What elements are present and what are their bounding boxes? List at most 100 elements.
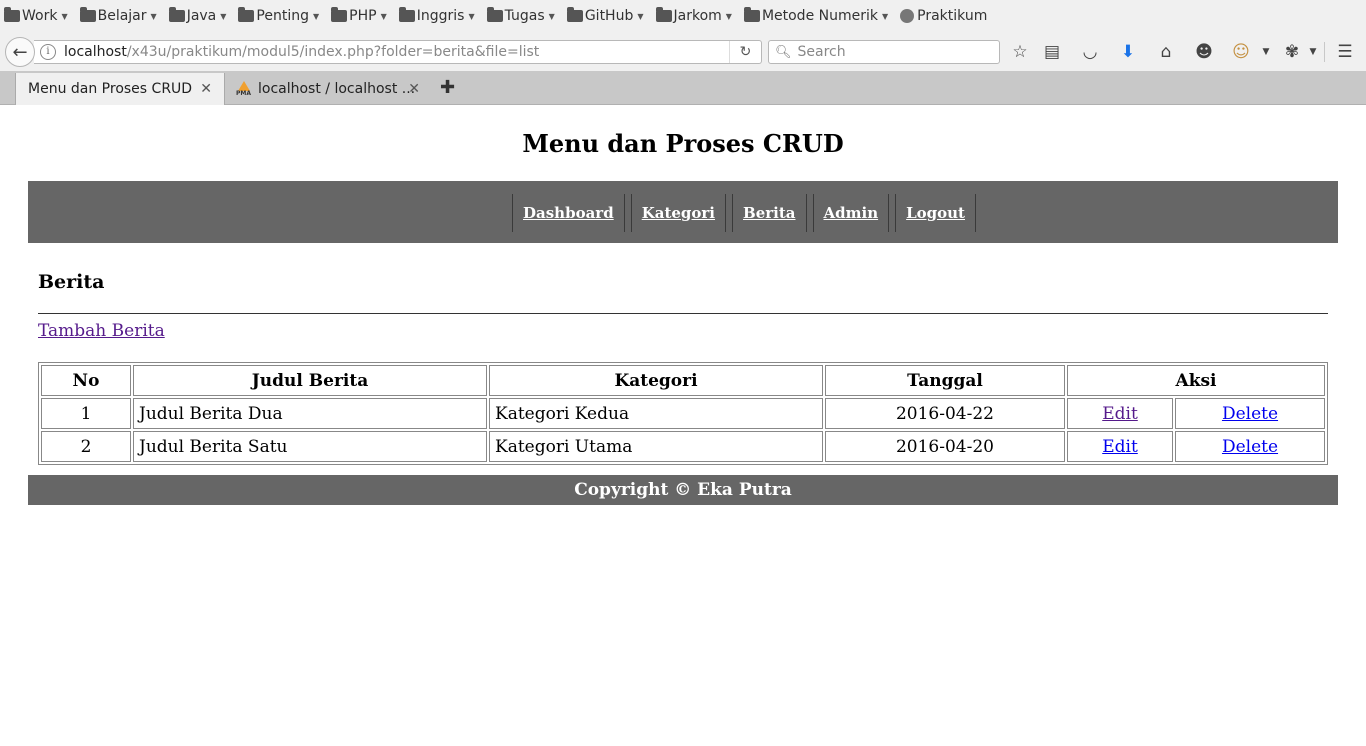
cell-delete: Delete <box>1175 431 1325 462</box>
folder-icon <box>655 7 672 22</box>
reload-icon[interactable]: ↻ <box>729 41 761 63</box>
folder-icon <box>486 7 503 22</box>
caret-down-icon: ▼ <box>313 11 320 21</box>
menu-item-admin[interactable]: Admin <box>812 194 890 232</box>
folder-icon <box>168 7 185 22</box>
menu-item-dashboard[interactable]: Dashboard <box>512 194 625 232</box>
menu-item-kategori[interactable]: Kategori <box>630 194 727 232</box>
toolbar-separator <box>1324 42 1325 62</box>
download-icon[interactable]: ⬇ <box>1117 41 1139 63</box>
smiley-icon[interactable]: ☻ <box>1193 41 1215 63</box>
divider <box>38 313 1328 314</box>
bookmark-folder-java[interactable]: Java ▼ <box>168 7 227 24</box>
header-tanggal: Tanggal <box>825 365 1065 396</box>
caret-down-icon[interactable]: ▼ <box>1255 41 1277 63</box>
folder-icon <box>398 7 415 22</box>
page-content: Menu dan Proses CRUD Dashboard Kategori … <box>0 105 1366 746</box>
caret-down-icon: ▼ <box>637 11 644 21</box>
navigation-toolbar: i localhost/x43u/praktikum/modul5/index.… <box>0 32 1366 72</box>
caret-down-icon: ▼ <box>725 11 732 21</box>
header-aksi: Aksi <box>1067 365 1325 396</box>
tab-title: Menu dan Proses CRUD <box>28 81 193 97</box>
menu-icon[interactable]: ☰ <box>1334 41 1356 63</box>
cell-kategori: Kategori Utama <box>489 431 823 462</box>
header-no: No <box>41 365 131 396</box>
new-tab-button[interactable]: ✚ <box>440 77 455 98</box>
bookmark-folder-tugas[interactable]: Tugas ▼ <box>486 7 555 24</box>
monkey-icon[interactable]: ☺ <box>1230 41 1252 63</box>
reading-list-icon[interactable]: ▤ <box>1041 41 1063 63</box>
add-berita-link[interactable]: Tambah Berita <box>38 321 165 341</box>
page-title: Menu dan Proses CRUD <box>522 129 844 158</box>
caret-down-icon: ▼ <box>150 11 157 21</box>
bookmark-folder-github[interactable]: GitHub ▼ <box>566 7 644 24</box>
caret-down-icon: ▼ <box>881 11 889 21</box>
bookmark-folder-php[interactable]: PHP ▼ <box>331 7 387 24</box>
search-input[interactable]: 🔍︎ Search <box>768 40 1000 64</box>
home-icon[interactable]: ⌂ <box>1155 41 1177 63</box>
berita-table: No Judul Berita Kategori Tanggal Aksi 1 … <box>38 362 1328 465</box>
cell-judul: Judul Berita Satu <box>133 431 487 462</box>
tab-bar: Menu dan Proses CRUD ✕ localhost / local… <box>0 72 1366 105</box>
cell-delete: Delete <box>1175 398 1325 429</box>
bookmark-folder-work[interactable]: Work ▼ <box>4 7 68 24</box>
tab-title: localhost / localhost ... <box>258 81 416 97</box>
extension-icon[interactable]: ✾ <box>1281 41 1303 63</box>
folder-icon <box>566 7 583 22</box>
star-icon[interactable]: ☆ <box>1009 41 1031 63</box>
delete-link[interactable]: Delete <box>1222 404 1278 424</box>
tab-menu-crud[interactable]: Menu dan Proses CRUD ✕ <box>15 73 225 105</box>
pocket-icon[interactable]: ◡ <box>1079 41 1101 63</box>
folder-icon <box>4 7 20 22</box>
caret-down-icon[interactable]: ▼ <box>1302 41 1324 63</box>
cell-no: 2 <box>41 431 131 462</box>
menu-item-logout[interactable]: Logout <box>895 194 976 232</box>
bookmark-folder-belajar[interactable]: Belajar ▼ <box>79 7 157 24</box>
header-judul: Judul Berita <box>133 365 487 396</box>
caret-down-icon: ▼ <box>61 11 68 21</box>
cell-tanggal: 2016-04-20 <box>825 431 1065 462</box>
globe-icon <box>900 9 915 23</box>
cell-judul: Judul Berita Dua <box>133 398 487 429</box>
table-row: 2 Judul Berita Satu Kategori Utama 2016-… <box>41 431 1325 462</box>
arrow-left-icon: ← <box>12 41 28 63</box>
edit-link[interactable]: Edit <box>1102 437 1138 457</box>
footer: Copyright © Eka Putra <box>28 475 1338 505</box>
bookmark-link-praktikum[interactable]: Praktikum <box>900 8 987 24</box>
main-menu: Dashboard Kategori Berita Admin Logout <box>28 181 1338 243</box>
caret-down-icon: ▼ <box>380 11 387 21</box>
bookmark-folder-metode-numerik[interactable]: Metode Numerik ▼ <box>743 7 889 24</box>
plus-icon: ✚ <box>440 77 456 98</box>
folder-icon <box>79 7 96 22</box>
edit-link[interactable]: Edit <box>1102 404 1138 424</box>
info-icon[interactable]: i <box>40 44 56 60</box>
folder-icon <box>743 7 760 22</box>
cell-tanggal: 2016-04-22 <box>825 398 1065 429</box>
bookmark-folder-jarkom[interactable]: Jarkom ▼ <box>655 7 732 24</box>
caret-down-icon: ▼ <box>220 11 227 21</box>
caret-down-icon: ▼ <box>468 11 475 21</box>
menu-item-berita[interactable]: Berita <box>732 194 807 232</box>
table-row: 1 Judul Berita Dua Kategori Kedua 2016-0… <box>41 398 1325 429</box>
phpmyadmin-icon <box>236 81 252 97</box>
url-bar[interactable]: i localhost/x43u/praktikum/modul5/index.… <box>34 40 762 64</box>
close-icon[interactable]: ✕ <box>200 81 212 97</box>
section-title: Berita <box>38 271 105 293</box>
header-kategori: Kategori <box>489 365 823 396</box>
folder-icon <box>331 7 348 22</box>
delete-link[interactable]: Delete <box>1222 437 1278 457</box>
bookmark-folder-inggris[interactable]: Inggris ▼ <box>398 7 475 24</box>
caret-down-icon: ▼ <box>548 11 555 21</box>
bookmark-folder-penting[interactable]: Penting ▼ <box>238 7 320 24</box>
cell-kategori: Kategori Kedua <box>489 398 823 429</box>
cell-no: 1 <box>41 398 131 429</box>
close-icon[interactable]: ✕ <box>408 81 420 97</box>
search-placeholder: Search <box>797 44 846 60</box>
back-button[interactable]: ← <box>5 37 35 67</box>
folder-icon <box>238 7 255 22</box>
url-host: localhost <box>64 44 127 60</box>
cell-edit: Edit <box>1067 398 1173 429</box>
table-header-row: No Judul Berita Kategori Tanggal Aksi <box>41 365 1325 396</box>
search-icon: 🔍︎ <box>775 44 792 60</box>
tab-phpmyadmin[interactable]: localhost / localhost ... ✕ <box>226 73 432 105</box>
